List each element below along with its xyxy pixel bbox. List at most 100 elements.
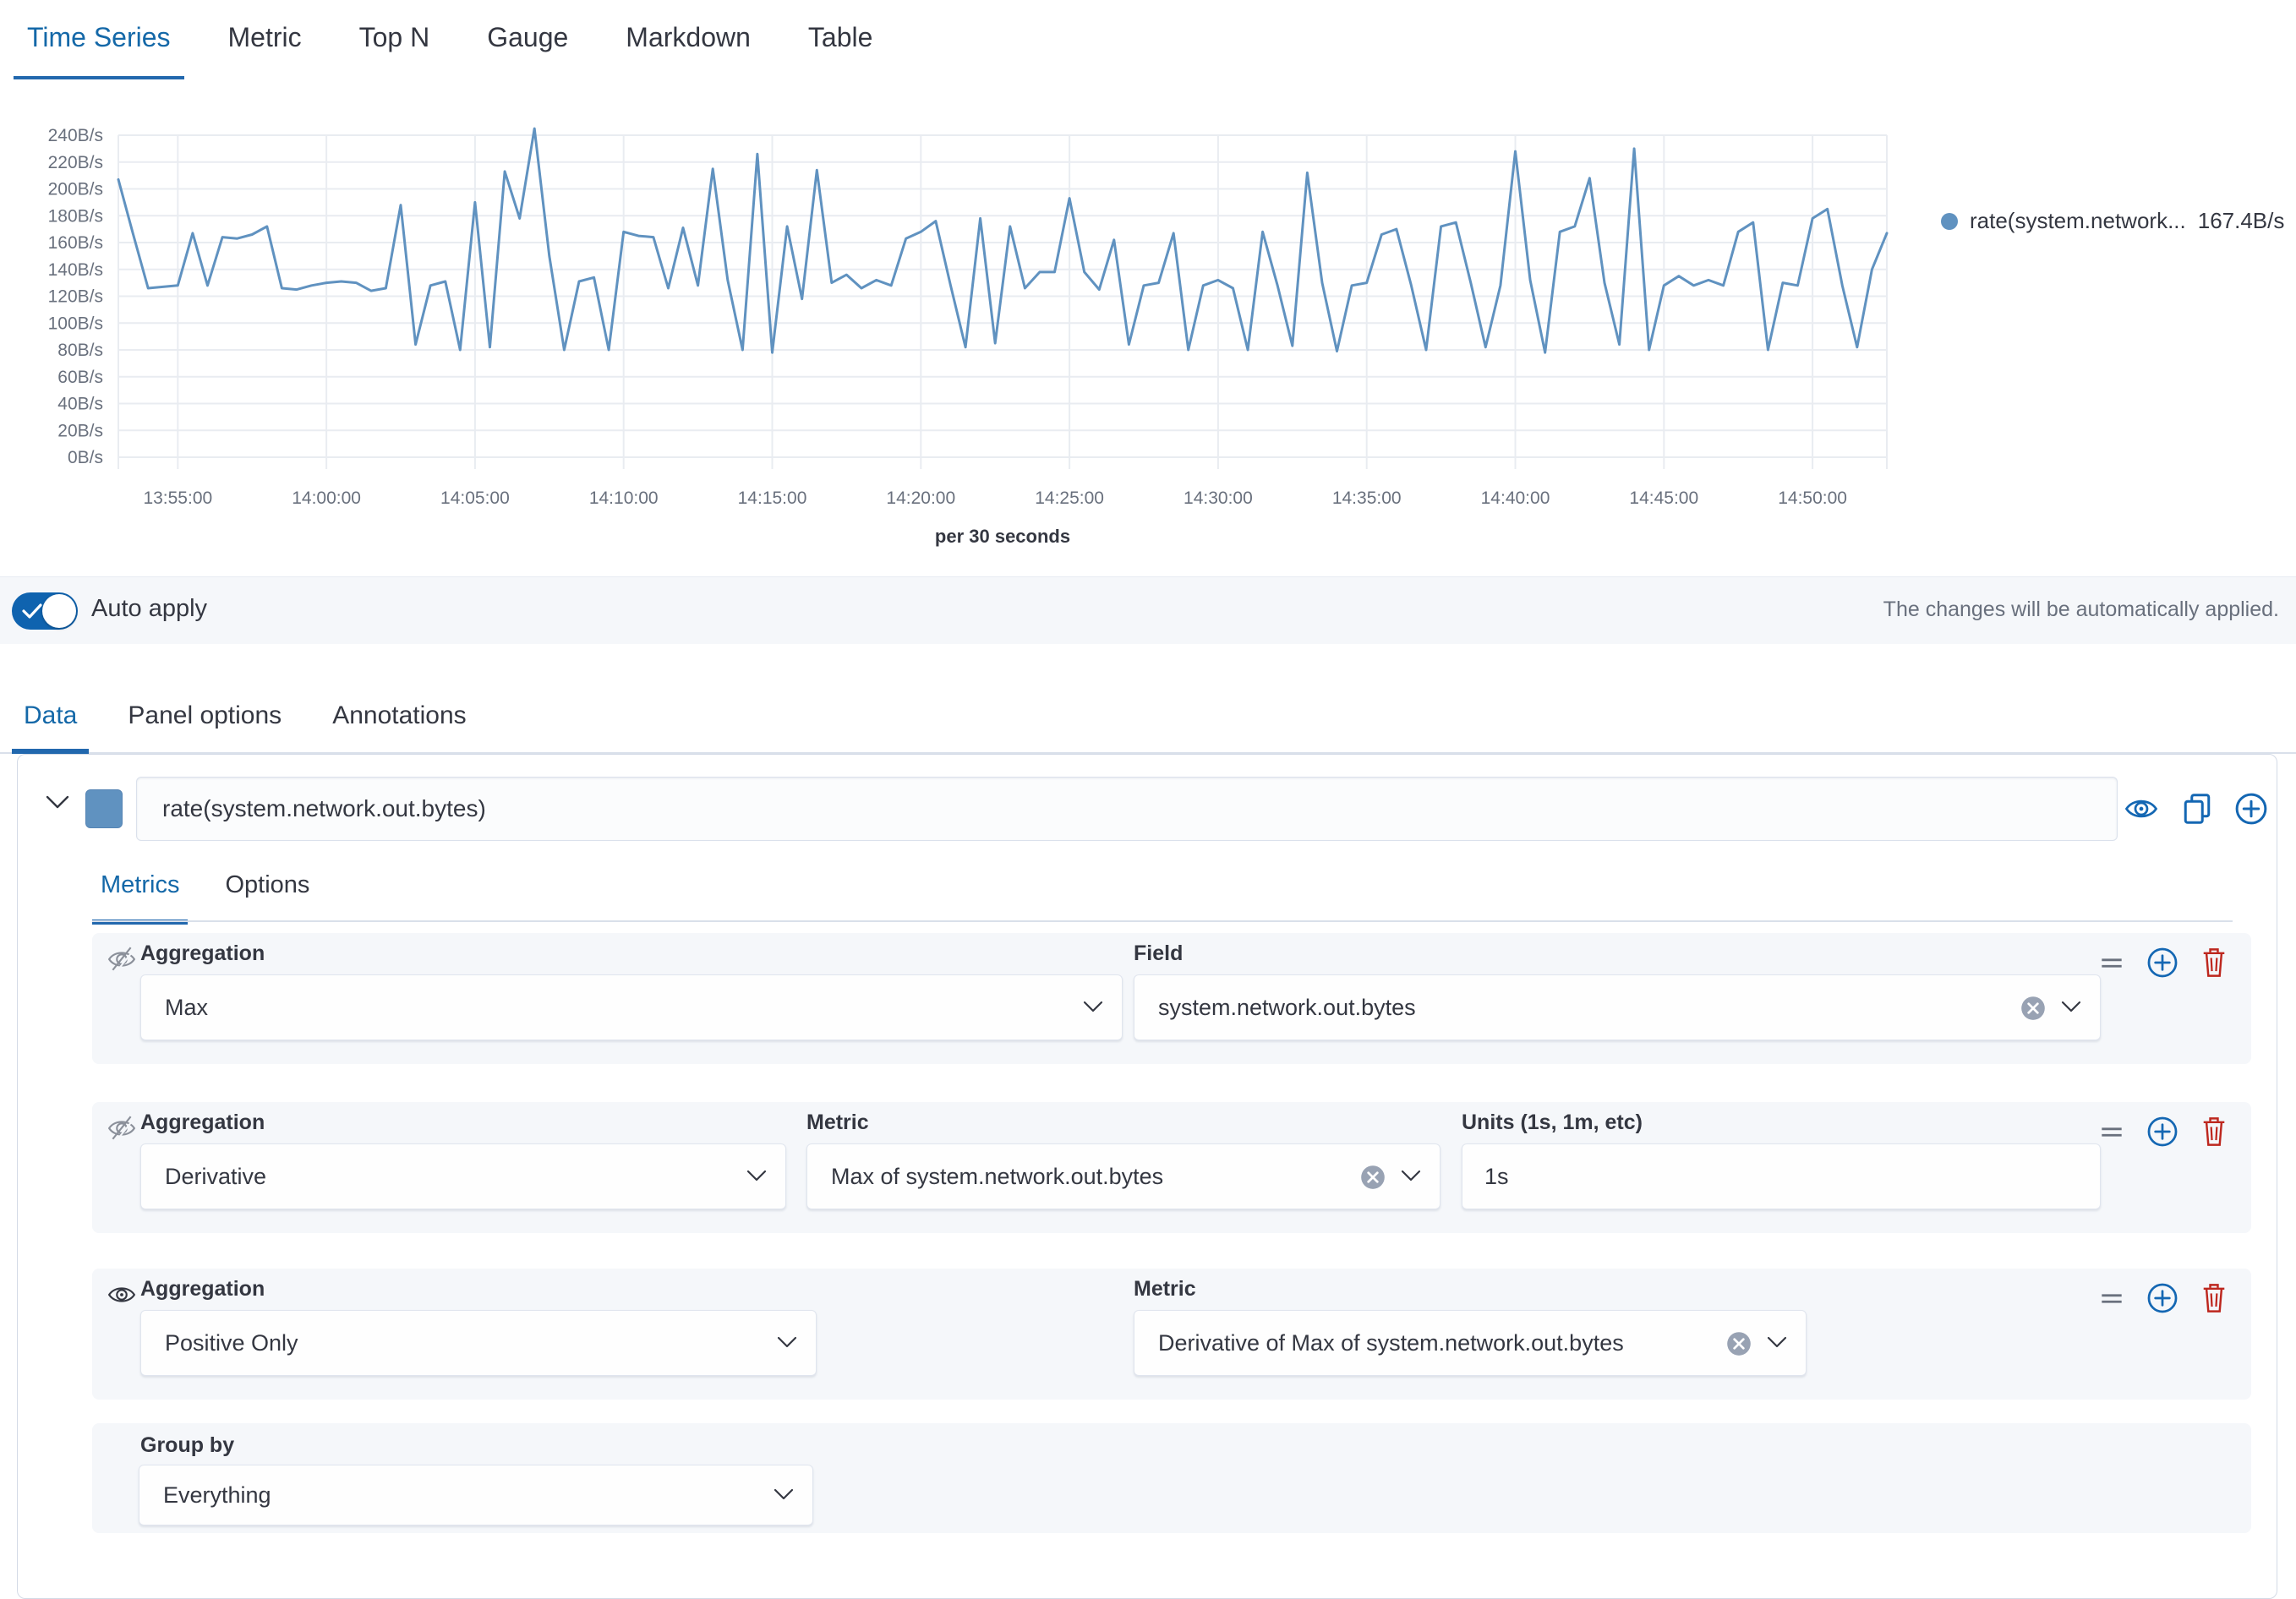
chevron-down-icon	[774, 1487, 794, 1501]
tab-gauge[interactable]: Gauge	[473, 0, 582, 81]
series-label-input[interactable]	[136, 777, 2118, 841]
y-axis-label: 0B/s	[68, 448, 103, 467]
metric-row-max: Aggregation Max Field system.network.out…	[92, 933, 2251, 1064]
eye-slash-icon[interactable]	[107, 945, 136, 974]
delete-metric-icon[interactable]	[2199, 947, 2229, 979]
drag-handle-icon[interactable]	[2097, 1117, 2126, 1146]
chevron-down-icon	[1401, 1169, 1421, 1182]
x-axis-label: 14:25:00	[1035, 488, 1104, 508]
tab-panel-options[interactable]: Panel options	[116, 686, 293, 754]
clear-field-icon[interactable]	[2019, 994, 2047, 1023]
tab-options[interactable]: Options	[216, 861, 318, 925]
chevron-down-icon	[746, 1169, 767, 1182]
tabs-divider	[92, 920, 2233, 922]
chart-canvas: 0B/s20B/s40B/s60B/s80B/s100B/s120B/s140B…	[0, 79, 2296, 576]
tab-metric[interactable]: Metric	[215, 0, 315, 81]
chevron-down-icon	[2061, 1000, 2081, 1013]
legend-item[interactable]: rate(system.network... 167.4B/s	[1941, 208, 2284, 234]
x-axis-label: 14:45:00	[1629, 488, 1698, 508]
units-label: Units (1s, 1m, etc)	[1462, 1111, 1643, 1135]
delete-metric-icon[interactable]	[2199, 1116, 2229, 1148]
aggregation-value: Positive Only	[165, 1330, 298, 1356]
aggregation-select[interactable]: Max	[140, 974, 1123, 1040]
metric-label: Metric	[1134, 1277, 1196, 1302]
tab-time-series[interactable]: Time Series	[14, 0, 184, 81]
drag-handle-icon[interactable]	[2097, 1284, 2126, 1312]
x-axis-title: per 30 seconds	[935, 526, 1070, 547]
toggle-knob	[42, 594, 76, 628]
aggregation-label: Aggregation	[140, 1111, 265, 1135]
eye-slash-icon[interactable]	[107, 1114, 136, 1143]
auto-apply-bar: Auto apply The changes will be automatic…	[0, 576, 2296, 645]
group-by-select[interactable]: Everything	[139, 1465, 813, 1525]
chevron-down-icon[interactable]	[45, 794, 70, 810]
x-axis-label: 14:15:00	[738, 488, 807, 508]
aggregation-label: Aggregation	[140, 1277, 265, 1302]
drag-handle-icon[interactable]	[2097, 948, 2126, 977]
series-color-swatch[interactable]	[85, 789, 123, 828]
eye-icon[interactable]	[107, 1280, 136, 1309]
aggregation-select[interactable]: Derivative	[140, 1143, 786, 1209]
series-header	[18, 777, 2277, 841]
metric-row-positive-only: Aggregation Positive Only Metric Derivat…	[92, 1269, 2251, 1400]
auto-apply-note: The changes will be automatically applie…	[1883, 598, 2279, 622]
aggregation-value: Max	[165, 995, 208, 1021]
x-axis-label: 14:50:00	[1778, 488, 1847, 508]
x-axis-label: 14:10:00	[589, 488, 659, 508]
y-axis-label: 240B/s	[48, 126, 103, 145]
x-axis-label: 14:35:00	[1332, 488, 1402, 508]
x-axis-label: 13:55:00	[143, 488, 212, 508]
metric-value: Derivative of Max of system.network.out.…	[1158, 1330, 1624, 1356]
units-input[interactable]	[1462, 1143, 2101, 1209]
legend-series-label: rate(system.network...	[1970, 208, 2186, 234]
x-axis-label: 14:05:00	[440, 488, 510, 508]
chevron-down-icon	[777, 1335, 797, 1349]
tab-metrics[interactable]: Metrics	[92, 861, 188, 925]
y-axis-label: 80B/s	[57, 341, 103, 360]
metric-value: Max of system.network.out.bytes	[831, 1164, 1163, 1190]
legend-series-dot	[1941, 213, 1958, 230]
field-select[interactable]: system.network.out.bytes	[1134, 974, 2101, 1040]
check-icon	[22, 603, 42, 619]
copy-icon[interactable]	[2180, 792, 2214, 826]
metric-select[interactable]: Derivative of Max of system.network.out.…	[1134, 1310, 1807, 1376]
metric-select[interactable]: Max of system.network.out.bytes	[806, 1143, 1440, 1209]
y-axis-label: 200B/s	[48, 180, 103, 199]
tab-data[interactable]: Data	[12, 686, 89, 754]
chevron-down-icon	[1767, 1335, 1787, 1349]
chevron-down-icon	[1083, 1000, 1103, 1013]
group-by-panel: Group by Everything	[92, 1423, 2251, 1533]
legend-series-value: 167.4B/s	[2198, 208, 2285, 234]
x-axis-label: 14:00:00	[292, 488, 361, 508]
aggregation-select[interactable]: Positive Only	[140, 1310, 817, 1376]
y-axis-label: 100B/s	[48, 314, 103, 333]
delete-metric-icon[interactable]	[2199, 1282, 2229, 1314]
x-axis-label: 14:30:00	[1184, 488, 1253, 508]
add-metric-icon[interactable]	[2146, 1282, 2178, 1314]
field-value: system.network.out.bytes	[1158, 995, 1416, 1021]
series-editor-card: Metrics Options Aggregation Max Field sy…	[17, 754, 2277, 1599]
time-series-chart: 0B/s20B/s40B/s60B/s80B/s100B/s120B/s140B…	[0, 79, 2296, 576]
eye-icon[interactable]	[2124, 792, 2158, 826]
metric-row-derivative: Aggregation Derivative Metric Max of sys…	[92, 1102, 2251, 1233]
add-series-icon[interactable]	[2234, 792, 2268, 826]
visualization-tab-bar: Time Series Metric Top N Gauge Markdown …	[0, 0, 2296, 81]
tab-table[interactable]: Table	[795, 0, 887, 81]
add-metric-icon[interactable]	[2146, 947, 2178, 979]
tab-top-n[interactable]: Top N	[346, 0, 444, 81]
auto-apply-toggle[interactable]	[12, 592, 78, 630]
tab-annotations[interactable]: Annotations	[320, 686, 478, 754]
clear-metric-icon[interactable]	[1358, 1163, 1387, 1192]
y-axis-label: 20B/s	[57, 421, 103, 440]
y-axis-label: 140B/s	[48, 260, 103, 280]
x-axis-label: 14:40:00	[1481, 488, 1550, 508]
y-axis-label: 40B/s	[57, 395, 103, 414]
y-axis-label: 120B/s	[48, 287, 103, 307]
tab-markdown[interactable]: Markdown	[612, 0, 764, 81]
group-by-value: Everything	[163, 1482, 271, 1509]
auto-apply-label: Auto apply	[91, 595, 207, 623]
y-axis-label: 180B/s	[48, 206, 103, 226]
metric-label: Metric	[806, 1111, 869, 1135]
clear-metric-icon[interactable]	[1725, 1329, 1753, 1358]
add-metric-icon[interactable]	[2146, 1116, 2178, 1148]
